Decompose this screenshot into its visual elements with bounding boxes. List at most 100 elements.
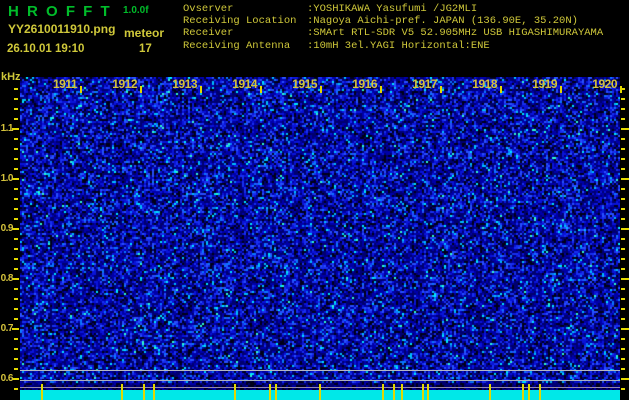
freq-tick-right (621, 288, 625, 290)
freq-tick-right (621, 388, 625, 390)
meteor-mark (522, 384, 524, 400)
time-tick (140, 86, 142, 93)
freq-tick-label: 0.9 (0, 223, 14, 234)
freq-tick-right (621, 138, 625, 140)
spectrogram-canvas (20, 77, 620, 390)
freq-tick-left (14, 138, 18, 140)
location-value: :Nagoya Aichi-pref. JAPAN (136.90E, 35.2… (307, 15, 578, 28)
receiver-value: :SMArt RTL-SDR V5 52.905MHz USB HIGASHIM… (307, 27, 604, 40)
freq-tick-right (621, 268, 625, 270)
time-tick (500, 86, 502, 93)
meteor-mark (143, 384, 145, 400)
antenna-value: :10mH 3el.YAGI Horizontal:ENE (307, 39, 490, 52)
freq-tick-label: 0.6 (0, 373, 14, 384)
freq-tick-right (621, 228, 629, 230)
meteor-mark (153, 384, 155, 400)
freq-tick-left (14, 248, 18, 250)
location-row: Receiving Location :Nagoya Aichi-pref. JA… (183, 15, 603, 27)
meteor-mark (275, 384, 277, 400)
location-label: Receiving Location (183, 15, 297, 28)
freq-tick-left (14, 168, 18, 170)
time-tick-label: 1917 (412, 77, 437, 91)
freq-tick-left (14, 258, 18, 260)
freq-tick-left (14, 308, 18, 310)
time-tick-label: 1916 (352, 77, 377, 91)
freq-tick-left (12, 278, 19, 280)
freq-tick-right (621, 118, 625, 120)
meteor-mark (393, 384, 395, 400)
freq-tick-right (621, 318, 625, 320)
freq-tick-right (621, 238, 625, 240)
meteor-mark (121, 384, 123, 400)
freq-tick-right (621, 128, 629, 130)
time-tick (200, 86, 202, 93)
receiver-label: Receiver (183, 27, 234, 40)
freq-tick-left (14, 358, 18, 360)
freq-tick-right (621, 348, 625, 350)
freq-tick-left (14, 288, 18, 290)
detection-band-line-upper (20, 370, 620, 371)
meteor-mark (382, 384, 384, 400)
freq-tick-right (621, 218, 625, 220)
time-tick (440, 86, 442, 93)
freq-tick-left (14, 268, 18, 270)
observer-value: :YOSHIKAWA Yasufumi /JG2MLI (307, 3, 478, 15)
freq-tick-left (14, 318, 18, 320)
meteor-mark (489, 384, 491, 400)
time-tick-label: 1911 (52, 77, 78, 91)
freq-tick-left (12, 328, 19, 330)
freq-tick-left (14, 388, 18, 390)
meteor-mark (427, 384, 429, 400)
freq-tick-right (621, 358, 625, 360)
freq-tick-left (14, 338, 18, 340)
antenna-label: Receiving Antenna (183, 39, 291, 52)
freq-tick-left (14, 108, 18, 110)
freq-tick-label: 1.1 (0, 123, 14, 134)
time-tick (80, 86, 82, 93)
time-tick (560, 86, 562, 93)
freq-tick-right (621, 178, 629, 180)
freq-tick-left (12, 128, 19, 130)
freq-tick-left (14, 98, 18, 100)
output-filename: YY2610011910.png (8, 22, 116, 36)
freq-tick-left (14, 348, 18, 350)
meteor-mark (401, 384, 403, 400)
freq-tick-left (14, 208, 18, 210)
freq-tick-right (621, 88, 625, 90)
freq-tick-right (621, 198, 625, 200)
freq-tick-left (12, 378, 19, 380)
time-tick-label: 1913 (172, 77, 197, 91)
time-tick-label: 1918 (472, 77, 497, 91)
antenna-row: Receiving Antenna :10mH 3el.YAGI Horizont… (183, 40, 603, 52)
detection-band-line-lower (20, 380, 620, 381)
hrofft-screenshot: H R O F F T 1.0.0f YY2610011910.png mete… (0, 0, 629, 400)
time-tick (320, 86, 322, 93)
time-tick-label: 1919 (532, 77, 557, 91)
freq-tick-right (621, 368, 625, 370)
time-tick-label: 1914 (232, 77, 257, 91)
freq-tick-left (14, 368, 18, 370)
freq-tick-right (621, 98, 625, 100)
meteor-mark (234, 384, 236, 400)
meteor-mark (41, 384, 43, 400)
meteor-mark (539, 384, 541, 400)
meteor-mark (422, 384, 424, 400)
time-tick (380, 86, 382, 93)
observer-label: Ovserver (183, 3, 234, 15)
freq-tick-right (621, 328, 629, 330)
meteor-count: 17 (139, 43, 152, 55)
freq-tick-right (621, 298, 625, 300)
meteor-mark (319, 384, 321, 400)
freq-tick-left (12, 178, 19, 180)
freq-tick-left (14, 148, 18, 150)
freq-tick-left (14, 88, 18, 90)
freq-tick-right (621, 208, 625, 210)
freq-tick-right (621, 378, 629, 380)
freq-axis-unit-label: kHz (1, 71, 21, 83)
freq-tick-left (14, 238, 18, 240)
app-title: H R O F F T (8, 3, 112, 20)
time-tick (260, 86, 262, 93)
receiver-row: Receiver :SMArt RTL-SDR V5 52.905MHz USB … (183, 27, 603, 39)
time-tick-label: 1915 (292, 77, 317, 91)
freq-tick-right (621, 168, 625, 170)
